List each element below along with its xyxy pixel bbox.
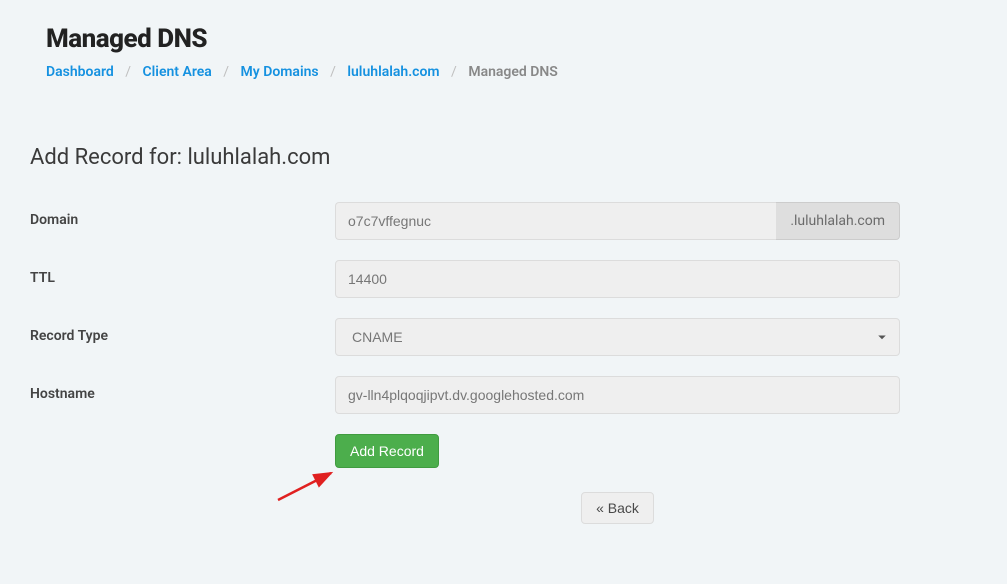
add-record-button[interactable]: Add Record (335, 434, 439, 468)
ttl-label: TTL (30, 260, 335, 286)
breadcrumb-separator: / (451, 64, 457, 80)
ttl-input[interactable] (335, 260, 900, 298)
breadcrumb-link-client-area[interactable]: Client Area (143, 64, 212, 80)
hostname-input[interactable] (335, 376, 900, 414)
breadcrumb: Dashboard / Client Area / My Domains / l… (46, 64, 961, 80)
breadcrumb-current: Managed DNS (468, 64, 558, 80)
domain-suffix: .luluhlalah.com (776, 202, 900, 240)
breadcrumb-separator: / (125, 64, 131, 80)
breadcrumb-separator: / (330, 64, 336, 80)
record-type-label: Record Type (30, 318, 335, 344)
breadcrumb-link-domain[interactable]: luluhlalah.com (347, 64, 439, 80)
domain-input[interactable] (335, 202, 776, 240)
page-title: Managed DNS (46, 24, 961, 54)
breadcrumb-separator: / (223, 64, 229, 80)
domain-label: Domain (30, 202, 335, 228)
hostname-label: Hostname (30, 376, 335, 402)
breadcrumb-link-dashboard[interactable]: Dashboard (46, 64, 114, 80)
breadcrumb-link-my-domains[interactable]: My Domains (241, 64, 319, 80)
back-button[interactable]: « Back (581, 492, 654, 524)
record-type-select[interactable]: CNAME (335, 318, 900, 356)
section-heading: Add Record for: luluhlalah.com (30, 145, 977, 170)
